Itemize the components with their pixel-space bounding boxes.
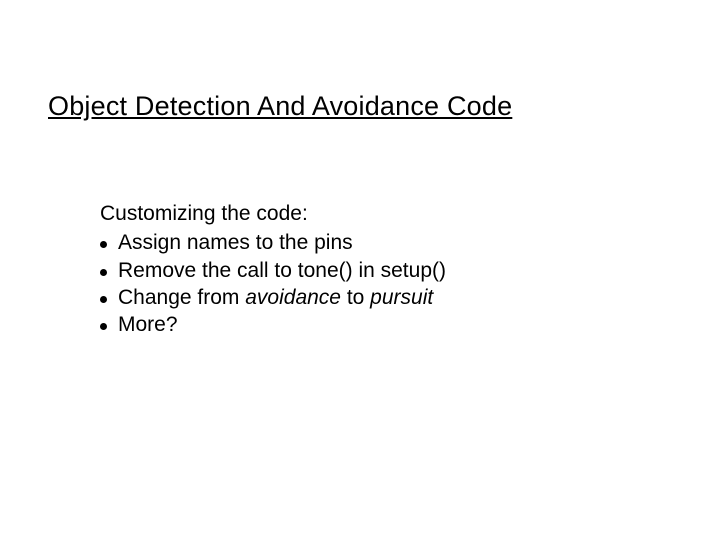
list-item-text: More? — [118, 313, 178, 336]
list-item-text: Change from avoidance to pursuit — [118, 286, 433, 309]
list-item-text: Remove the call to tone() in setup() — [118, 259, 446, 282]
slide-title: Object Detection And Avoidance Code — [48, 92, 512, 122]
list-item: More? — [100, 311, 446, 338]
text-italic: avoidance — [245, 286, 341, 309]
bullet-icon — [100, 323, 107, 330]
bullet-list: Assign names to the pins Remove the call… — [100, 229, 446, 338]
bullet-icon — [100, 241, 107, 248]
list-item: Change from avoidance to pursuit — [100, 284, 446, 311]
text-plain: Remove the call to tone() in setup() — [118, 259, 446, 282]
text-plain: Assign names to the pins — [118, 231, 353, 254]
list-item-text: Assign names to the pins — [118, 231, 353, 254]
text-plain: to — [341, 286, 370, 309]
bullet-icon — [100, 269, 107, 276]
list-item: Assign names to the pins — [100, 229, 446, 256]
text-plain: Change from — [118, 286, 245, 309]
lead-text: Customizing the code: — [100, 200, 446, 227]
slide: Object Detection And Avoidance Code Cust… — [0, 0, 720, 540]
text-italic: pursuit — [370, 286, 433, 309]
text-plain: More? — [118, 313, 178, 336]
slide-body: Customizing the code: Assign names to th… — [100, 200, 446, 338]
list-item: Remove the call to tone() in setup() — [100, 257, 446, 284]
bullet-icon — [100, 296, 107, 303]
